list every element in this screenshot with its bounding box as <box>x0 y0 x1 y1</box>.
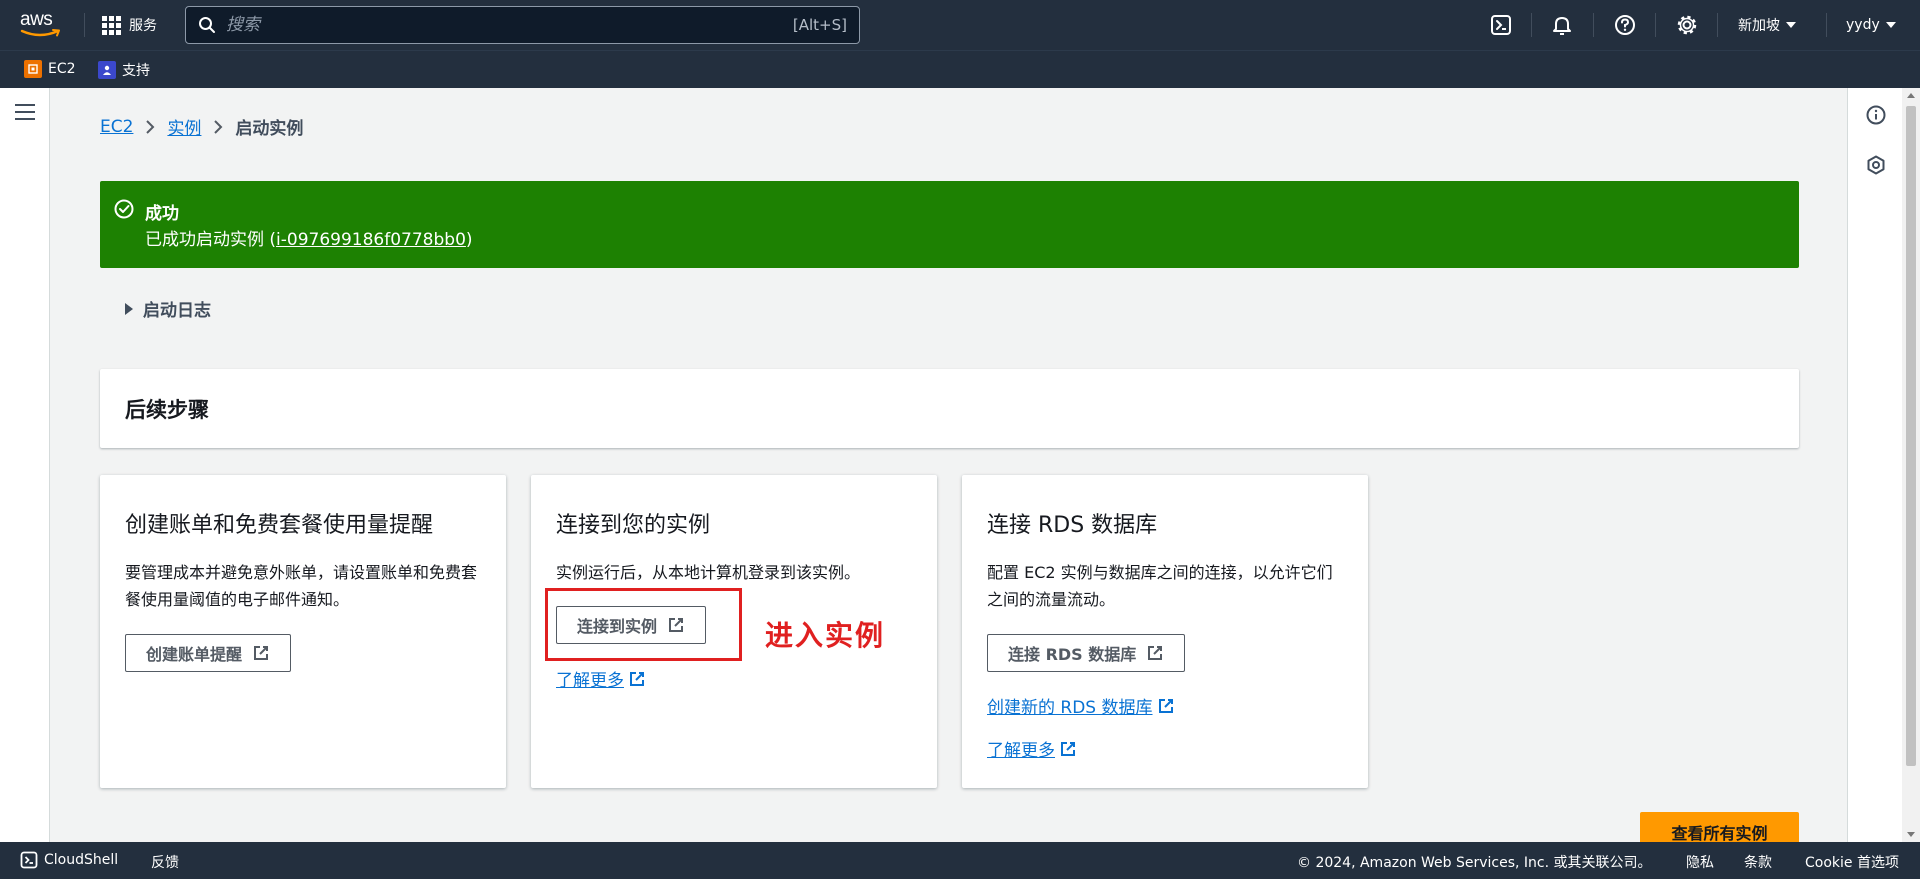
create-billing-alert-button[interactable]: 创建账单提醒 <box>125 634 292 672</box>
flash-message: 已成功启动实例 (i-097699186f0778bb0) <box>145 225 473 250</box>
favorite-ec2[interactable]: EC2 <box>24 60 76 78</box>
connect-rds-button[interactable]: 连接 RDS 数据库 <box>987 634 1186 672</box>
support-service-icon <box>98 61 116 79</box>
launch-log-label: 启动日志 <box>143 301 211 321</box>
instance-id-link[interactable]: i-097699186f0778bb0 <box>276 230 466 250</box>
card-connect-rds: 连接 RDS 数据库 配置 EC2 实例与数据库之间的连接，以允许它们之间的流量… <box>962 475 1368 788</box>
grid-icon <box>102 15 121 35</box>
learn-more-link[interactable]: 了解更多 <box>556 666 646 691</box>
search-input[interactable] <box>226 15 793 35</box>
card-description: 要管理成本并避免意外账单，请设置账单和免费套餐使用量阈值的电子邮件通知。 <box>125 563 478 609</box>
external-link-icon <box>630 671 644 686</box>
launch-log-expander[interactable]: 启动日志 <box>125 296 211 321</box>
create-rds-link[interactable]: 创建新的 RDS 数据库 <box>987 693 1175 718</box>
link-label: 了解更多 <box>556 671 624 691</box>
breadcrumb-item-instances[interactable]: 实例 <box>167 114 201 139</box>
annotation-highlight-box <box>545 588 742 661</box>
divider <box>1531 13 1532 37</box>
card-description: 实例运行后，从本地计算机登录到该实例。 <box>556 563 861 582</box>
next-steps-title: 后续步骤 <box>125 398 209 422</box>
scroll-down-arrow-icon[interactable] <box>1907 832 1915 837</box>
annotation-text: 进入实例 <box>765 619 886 652</box>
scrollbar-thumb[interactable] <box>1906 106 1916 766</box>
card-billing-alerts: 创建账单和免费套餐使用量提醒 要管理成本并避免意外账单，请设置账单和免费套餐使用… <box>100 475 506 788</box>
search-shortcut: [Alt+S] <box>792 16 847 34</box>
card-title: 创建账单和免费套餐使用量提醒 <box>125 513 434 538</box>
terms-link[interactable]: 条款 <box>1744 852 1772 872</box>
button-label: 创建账单提醒 <box>146 645 243 664</box>
page-scrollbar[interactable] <box>1902 88 1920 842</box>
aws-logo-text: aws <box>20 9 53 30</box>
favorites-bar: EC2 支持 <box>0 50 1920 88</box>
cloudshell-icon <box>20 851 38 869</box>
services-label: 服务 <box>129 18 157 34</box>
menu-hamburger-icon[interactable] <box>15 104 35 120</box>
caret-down-icon <box>1885 22 1896 28</box>
link-label: 了解更多 <box>987 741 1055 761</box>
divider <box>1655 13 1656 37</box>
search-bar[interactable]: [Alt+S] <box>185 6 860 44</box>
breadcrumb-current: 启动实例 <box>235 119 304 139</box>
help-icon[interactable] <box>1612 12 1638 38</box>
favorite-label: 支持 <box>122 63 150 79</box>
account-label: yydy <box>1846 17 1880 33</box>
divider <box>1717 13 1718 37</box>
ec2-service-icon <box>24 60 42 78</box>
cloudshell-icon[interactable] <box>1488 12 1514 38</box>
info-icon[interactable] <box>1864 103 1888 127</box>
divider <box>1593 13 1594 37</box>
next-steps-header: 后续步骤 <box>100 369 1799 448</box>
breadcrumb-item-ec2[interactable]: EC2 <box>100 117 133 137</box>
cloudshell-button[interactable]: CloudShell <box>20 851 118 869</box>
caret-down-icon <box>1786 22 1796 28</box>
footer: CloudShell 反馈 © 2024, Amazon Web Service… <box>0 842 1920 879</box>
card-title: 连接到您的实例 <box>556 513 711 538</box>
copyright-text: © 2024, Amazon Web Services, Inc. 或其关联公司… <box>1297 855 1652 871</box>
region-label: 新加坡 <box>1738 18 1780 34</box>
hexagon-settings-icon[interactable] <box>1864 153 1888 177</box>
privacy-link[interactable]: 隐私 <box>1686 852 1714 872</box>
card-title: 连接 RDS 数据库 <box>987 513 1158 538</box>
account-menu[interactable]: yydy <box>1846 13 1896 37</box>
learn-more-link[interactable]: 了解更多 <box>987 736 1077 761</box>
caret-right-icon <box>125 302 133 315</box>
button-label: 连接 RDS 数据库 <box>1008 645 1137 664</box>
settings-gear-icon[interactable] <box>1674 12 1700 38</box>
link-label: 创建新的 RDS 数据库 <box>987 698 1153 718</box>
left-navigation-rail <box>0 88 50 842</box>
success-check-icon <box>114 199 134 223</box>
favorite-label: EC2 <box>48 61 76 77</box>
cloudshell-label: CloudShell <box>44 852 119 868</box>
services-menu-button[interactable]: 服务 <box>102 13 157 37</box>
external-link-icon <box>1158 698 1173 713</box>
feedback-link[interactable]: 反馈 <box>151 852 179 872</box>
flash-message-prefix: 已成功启动实例 ( <box>145 230 277 250</box>
chevron-right-icon <box>133 119 167 135</box>
aws-logo[interactable]: aws <box>20 10 64 40</box>
search-icon <box>199 17 215 33</box>
right-tools-rail <box>1847 88 1902 842</box>
button-label: 查看所有实例 <box>1671 824 1768 842</box>
card-description: 配置 EC2 实例与数据库之间的连接，以允许它们之间的流量流动。 <box>987 563 1333 609</box>
view-all-instances-button[interactable]: 查看所有实例 <box>1640 812 1799 842</box>
cookie-preferences-link[interactable]: Cookie 首选项 <box>1805 852 1899 872</box>
flash-title: 成功 <box>145 204 179 224</box>
success-flashbar: 成功 已成功启动实例 (i-097699186f0778bb0) <box>100 181 1799 268</box>
divider <box>1826 13 1827 37</box>
external-link-icon <box>1061 741 1075 756</box>
divider <box>84 13 85 37</box>
scroll-up-arrow-icon[interactable] <box>1907 93 1915 98</box>
external-link-icon <box>1148 646 1163 660</box>
notification-bell-icon[interactable] <box>1549 12 1575 38</box>
favorite-support[interactable]: 支持 <box>98 60 150 80</box>
external-link-icon <box>254 646 269 660</box>
chevron-right-icon <box>201 119 235 135</box>
flash-message-suffix: ) <box>465 230 473 250</box>
top-navigation: aws 服务 [Alt+S] <box>0 0 1920 50</box>
breadcrumb: EC2 实例 启动实例 <box>100 114 304 140</box>
region-selector[interactable]: 新加坡 <box>1738 13 1796 37</box>
